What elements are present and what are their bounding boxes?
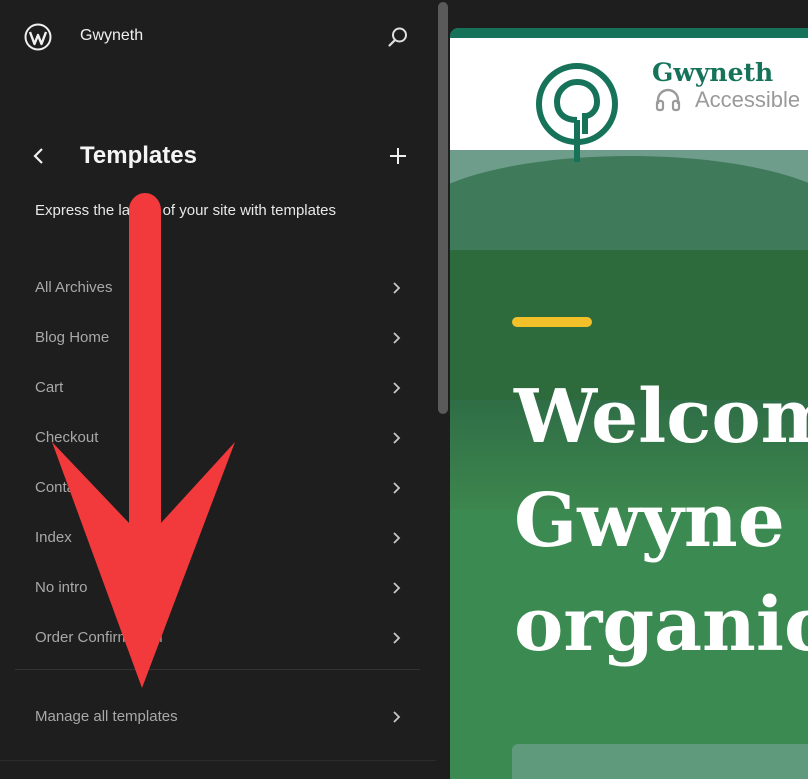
panel-description: Express the layout of your site with tem… <box>35 202 336 219</box>
template-item-label: Index <box>35 529 72 546</box>
template-item-index[interactable]: Index <box>15 513 420 563</box>
chevron-right-icon <box>393 482 401 494</box>
site-preview[interactable]: Gwyneth Accessible Welcom Gwyne organic <box>450 28 808 779</box>
hero-heading-line: organic <box>514 582 808 668</box>
site-name[interactable]: Gwyneth <box>80 27 143 45</box>
chevron-right-icon <box>393 432 401 444</box>
chevron-right-icon <box>393 632 401 644</box>
site-hub: Gwyneth <box>0 0 436 72</box>
template-item-all-archives[interactable]: All Archives <box>15 263 420 313</box>
preview-brand-name: Gwyneth <box>652 58 774 87</box>
hero-heading-line: Welcom <box>514 374 808 460</box>
hero-content-box <box>512 744 808 779</box>
template-item-label: Contact <box>35 479 87 496</box>
template-item-blog-home[interactable]: Blog Home <box>15 313 420 363</box>
template-item-order-confirmation[interactable]: Order Confirmation <box>15 613 420 663</box>
panel-title: Templates <box>80 142 197 169</box>
manage-all-templates-label: Manage all templates <box>35 708 178 725</box>
chevron-right-icon <box>393 711 401 723</box>
preview-brand-tagline: Accessible <box>695 87 801 112</box>
template-item-no-intro[interactable]: No intro <box>15 563 420 613</box>
template-item-label: Cart <box>35 379 64 396</box>
tree-logo-icon <box>536 63 618 162</box>
preview-top-bar <box>450 28 808 38</box>
search-icon[interactable] <box>386 25 410 49</box>
template-item-cart[interactable]: Cart <box>15 363 420 413</box>
manage-all-templates-link[interactable]: Manage all templates <box>15 692 420 742</box>
template-list: All Archives Blog Home Cart Checkout Con… <box>15 263 420 663</box>
divider <box>0 760 436 761</box>
chevron-left-icon[interactable] <box>28 144 50 168</box>
chevron-right-icon <box>393 532 401 544</box>
template-item-label: All Archives <box>35 279 113 296</box>
chevron-right-icon <box>393 382 401 394</box>
divider <box>15 669 420 670</box>
editor-sidebar: Gwyneth Templates Express the layout of … <box>0 0 436 779</box>
template-item-label: No intro <box>35 579 88 596</box>
accent-bar <box>512 317 592 327</box>
template-item-label: Blog Home <box>35 329 110 346</box>
hero-heading-line: Gwyne <box>514 478 785 564</box>
hero-heading: Welcom Gwyne organic <box>514 365 808 677</box>
template-item-checkout[interactable]: Checkout <box>15 413 420 463</box>
chevron-right-icon <box>393 582 401 594</box>
wordpress-icon[interactable] <box>24 23 52 51</box>
template-item-label: Order Confirmation <box>35 629 163 646</box>
chevron-right-icon <box>393 282 401 294</box>
sidebar-scrollbar[interactable] <box>438 2 448 414</box>
plus-icon[interactable] <box>386 144 410 168</box>
template-item-contact[interactable]: Contact <box>15 463 420 513</box>
template-item-label: Checkout <box>35 429 99 446</box>
headphones-icon <box>655 88 681 112</box>
chevron-right-icon <box>393 332 401 344</box>
